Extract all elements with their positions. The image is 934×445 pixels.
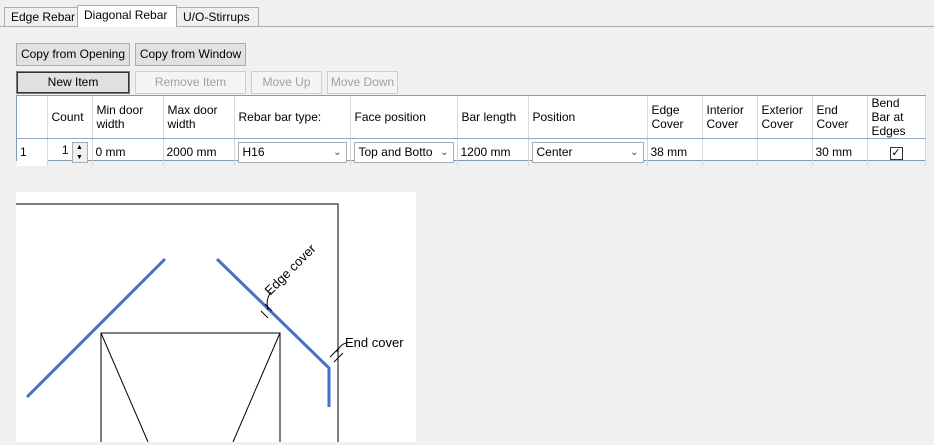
table-row[interactable]: 1 1 ▲ ▼ 0 mm 2000 mm H16 ⌄ Top and Botto… [17,138,926,166]
new-item-button[interactable]: New Item [16,71,130,94]
move-down-button[interactable]: Move Down [327,71,398,94]
face-position-select[interactable]: Top and Botto ⌄ [353,141,454,163]
count-value: 1 [61,143,69,158]
position-cell[interactable]: Center ⌄ [528,138,648,166]
bar-type-value: H16 [242,144,265,159]
spin-up-icon[interactable]: ▲ [73,143,87,153]
min-door-width-cell[interactable]: 0 mm [92,138,164,166]
row-header-corner [17,96,48,139]
count-spin-buttons[interactable]: ▲ ▼ [71,142,88,164]
tab-uo-stirrups[interactable]: U/O-Stirrups [176,7,259,27]
col-bend-bar-at-edges[interactable]: Bend Bar at Edges [867,96,926,139]
count-stepper[interactable]: 1 ▲ ▼ [47,138,93,166]
opening-outline [100,332,281,442]
remove-item-button[interactable]: Remove Item [135,71,246,94]
position-select[interactable]: Center ⌄ [531,141,644,163]
spin-down-icon[interactable]: ▼ [73,153,87,163]
col-min-door-width[interactable]: Min door width [92,96,164,139]
diagonal-bar-left [25,257,167,399]
rebar-items-grid: Count Min door width Max door width Reba… [16,95,926,166]
col-rebar-bar-type[interactable]: Rebar bar type: [234,96,351,139]
face-position-value: Top and Botto [358,144,433,159]
interior-cover-cell[interactable] [702,138,758,166]
face-position-cell[interactable]: Top and Botto ⌄ [350,138,458,166]
row-index[interactable]: 1 [17,138,48,166]
end-cover-label: End cover [345,335,404,350]
grid-header-row: Count Min door width Max door width Reba… [17,96,926,139]
edge-cover-label: Edge cover [262,241,320,299]
position-value: Center [536,144,573,159]
bend-bar-checkbox[interactable]: ✓ [889,146,903,160]
tab-edge-rebar[interactable]: Edge Rebar [4,7,78,27]
rebar-diagram-svg: Edge cover End cover [16,203,404,443]
opening-diagonal-left [100,332,149,443]
col-interior-cover[interactable]: Interior Cover [702,96,758,139]
copy-from-window-button[interactable]: Copy from Window [135,43,246,66]
chevron-down-icon[interactable]: ⌄ [440,145,448,160]
copy-from-opening-button[interactable]: Copy from Opening [16,43,130,66]
max-door-width-cell[interactable]: 2000 mm [163,138,235,166]
col-max-door-width[interactable]: Max door width [163,96,235,139]
exterior-cover-cell[interactable] [757,138,813,166]
chevron-down-icon[interactable]: ⌄ [630,145,638,160]
col-exterior-cover[interactable]: Exterior Cover [757,96,813,139]
bend-bar-cell[interactable]: ✓ [867,138,926,166]
col-count[interactable]: Count [47,96,93,139]
diagonal-rebar-diagram: Edge cover End cover [16,192,416,443]
bar-length-cell[interactable]: 1200 mm [457,138,529,166]
move-up-button[interactable]: Move Up [251,71,322,94]
opening-diagonal-right [232,332,281,443]
bar-type-select[interactable]: H16 ⌄ [237,141,347,163]
col-face-position[interactable]: Face position [350,96,458,139]
edge-cover-cell[interactable]: 38 mm [647,138,703,166]
col-end-cover[interactable]: End Cover [812,96,868,139]
chevron-down-icon[interactable]: ⌄ [333,145,341,160]
end-cover-cell[interactable]: 30 mm [812,138,868,166]
bar-type-cell[interactable]: H16 ⌄ [234,138,351,166]
tab-diagonal-rebar[interactable]: Diagonal Rebar [77,5,177,27]
edge-cover-dim-1 [260,310,269,319]
col-bar-length[interactable]: Bar length [457,96,529,139]
col-edge-cover[interactable]: Edge Cover [647,96,703,139]
col-position[interactable]: Position [528,96,648,139]
wall-outline [16,203,339,442]
